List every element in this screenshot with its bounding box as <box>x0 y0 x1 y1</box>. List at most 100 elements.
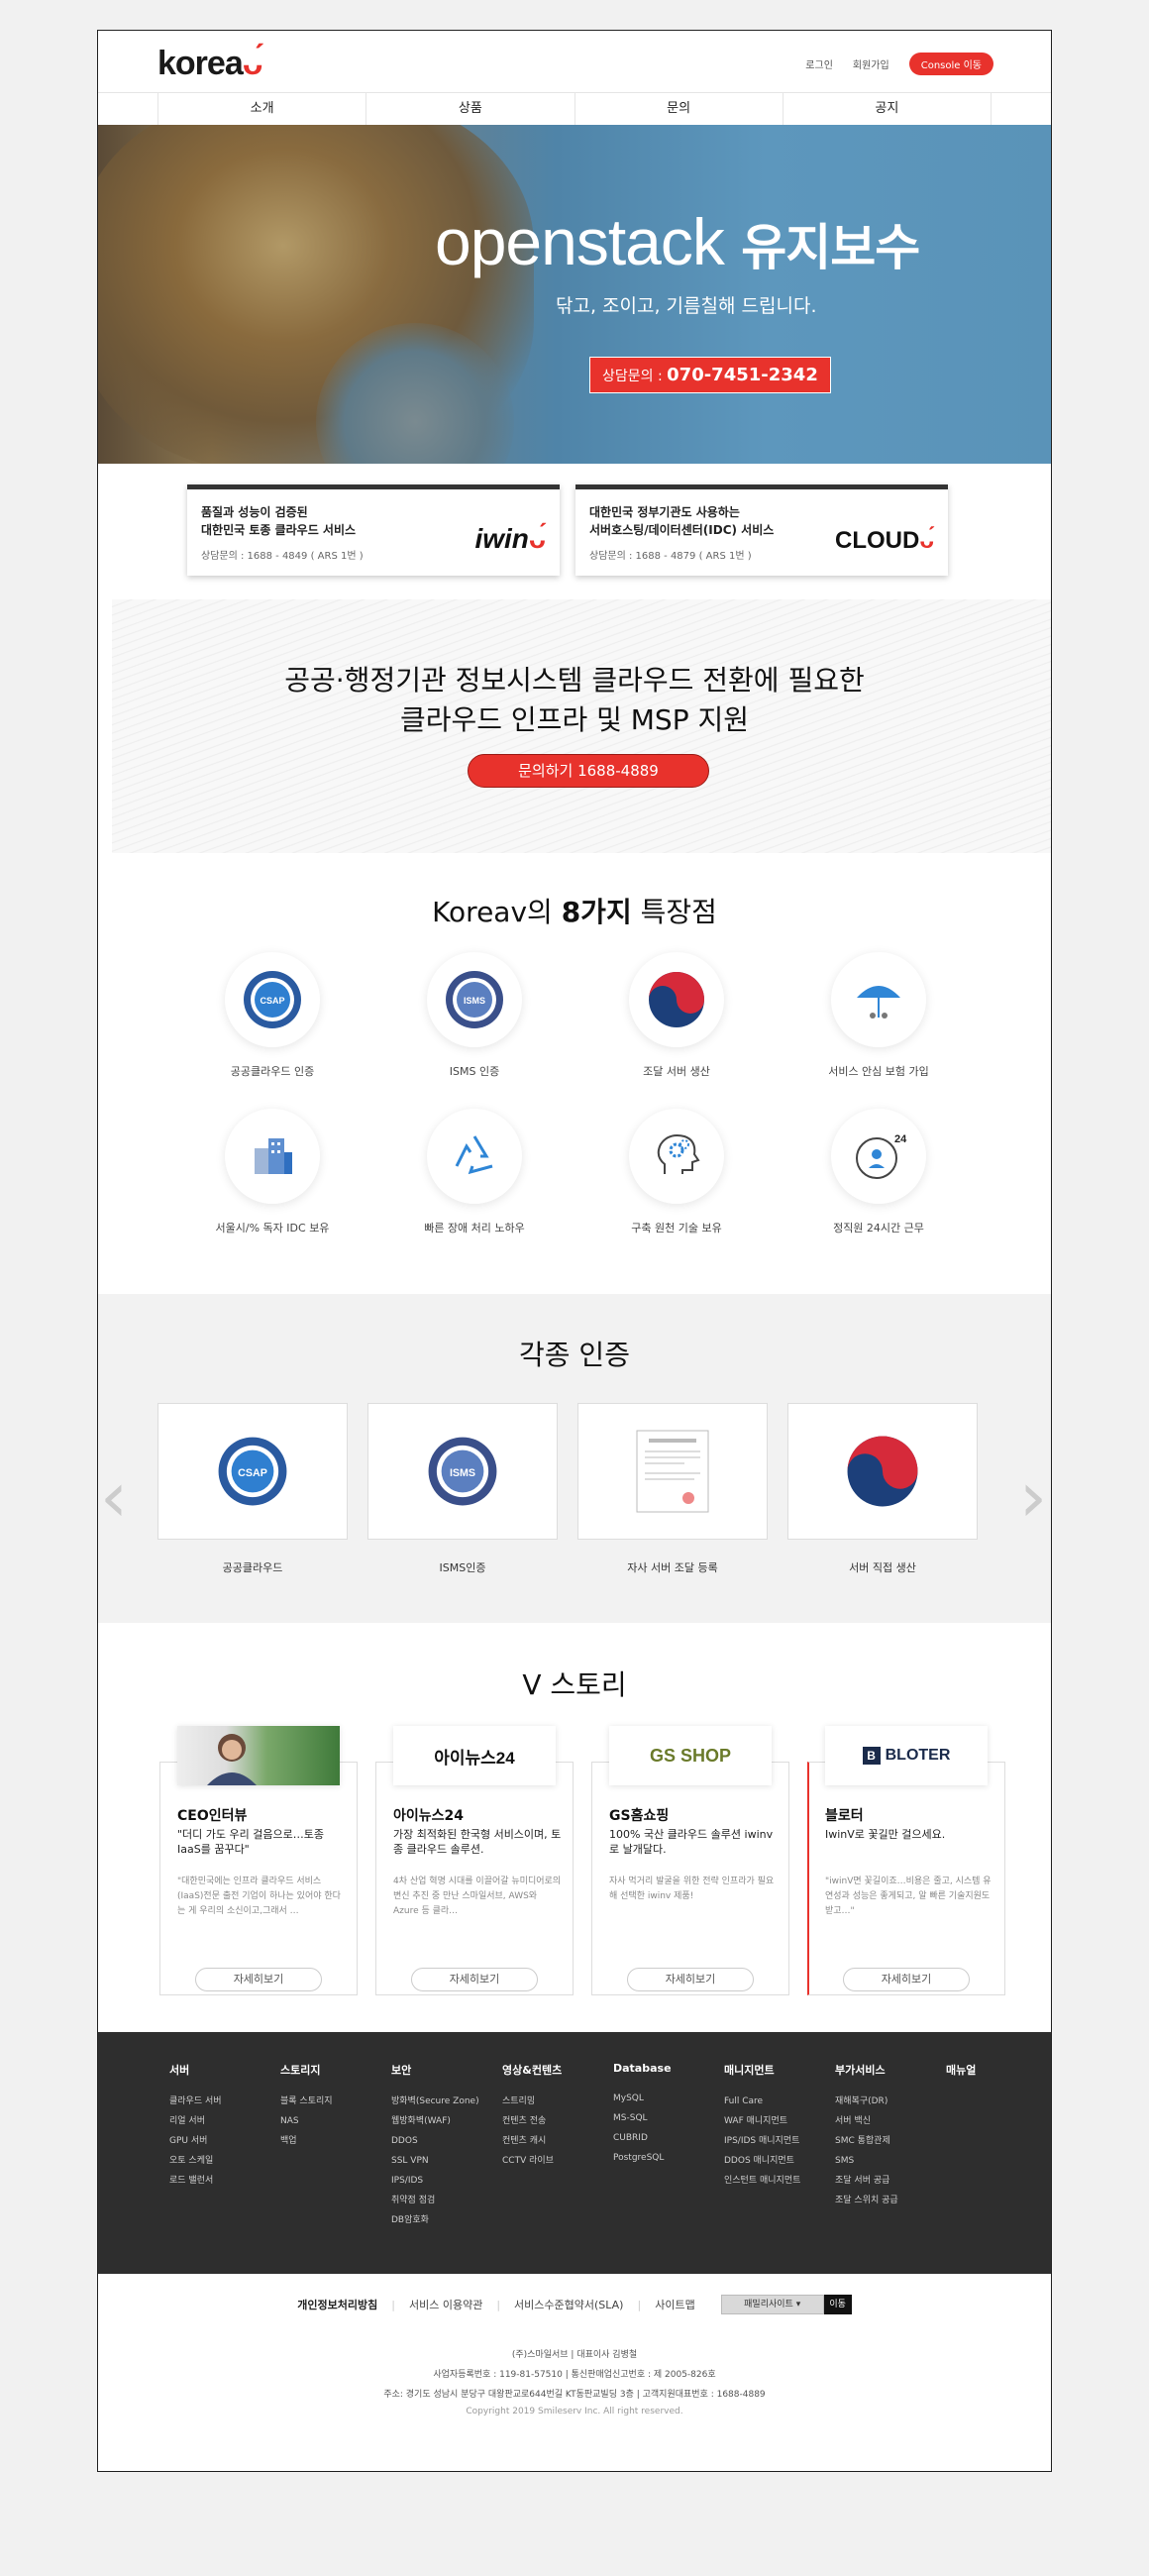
site-logo[interactable]: koreaᴗ́ <box>157 45 263 83</box>
footer-column-title[interactable]: 보안 <box>391 2062 502 2078</box>
family-site-go-button[interactable]: 이동 <box>823 2295 852 2314</box>
footer-link[interactable]: PostgreSQL <box>613 2148 724 2168</box>
story-more-button[interactable]: 자세히보기 <box>843 1968 970 1991</box>
story-title: V 스토리 <box>522 1668 627 1701</box>
cert-item[interactable]: 자사 서버 조달 등록 <box>577 1403 768 1575</box>
features-title-pre: Koreav의 <box>432 896 562 928</box>
footer-link[interactable]: 컨텐츠 전송 <box>502 2111 613 2131</box>
footer-column-title[interactable]: 영상&컨텐츠 <box>502 2062 613 2078</box>
footer-link[interactable]: CUBRID <box>613 2128 724 2148</box>
head-gear-icon <box>629 1109 724 1204</box>
footer-link[interactable]: MS-SQL <box>613 2108 724 2128</box>
cert-item[interactable]: ISMS ISMS인증 <box>367 1403 558 1575</box>
cert-carousel: CSAP 공공클라우드 ISMS ISMS인증 자사 서버 조달 등록 서버 직… <box>157 1403 978 1575</box>
nav-item-inquiry[interactable]: 문의 <box>575 93 783 125</box>
inquiry-button[interactable]: 문의하기 1688-4889 <box>468 754 709 788</box>
story-more-button[interactable]: 자세히보기 <box>627 1968 754 1991</box>
footer-link[interactable]: 스트리밍 <box>502 2092 613 2111</box>
footer-link[interactable]: DDOS <box>391 2131 502 2151</box>
feature-label: 공공클라우드 인증 <box>230 1065 315 1078</box>
inews24-logo-text: 아이뉴스24 <box>434 1748 515 1768</box>
sitemap-link[interactable]: 사이트맵 <box>655 2297 694 2312</box>
hero-call-button[interactable]: 상담문의 : 070-7451-2342 <box>589 357 831 393</box>
footer-link[interactable]: 리얼 서버 <box>169 2111 280 2131</box>
story-desc: "iwinV면 꽃길이죠…비용은 줄고, 시스템 유연성과 성능은 좋게되고, … <box>825 1877 992 1916</box>
service-card-cloud[interactable]: 대한민국 정부기관도 사용하는 서버호스팅/데이터센터(IDC) 서비스 상담문… <box>575 484 948 576</box>
feature-item: CSAP 공공클라우드 인증 <box>171 952 373 1079</box>
footer-link[interactable]: WAF 매니지먼트 <box>724 2111 835 2131</box>
footer-link[interactable]: SSL VPN <box>391 2151 502 2171</box>
footer-link[interactable]: CCTV 라이브 <box>502 2151 613 2171</box>
footer-link[interactable]: 웹방화벽(WAF) <box>391 2111 502 2131</box>
story-quote: IwinV로 꽃길만 걸으세요. <box>825 1828 946 1841</box>
smile-icon: ᴗ́ <box>242 45 263 82</box>
terms-link[interactable]: 서비스 이용약관 <box>409 2297 482 2312</box>
iwin-logo-text: iwin <box>474 523 529 554</box>
footer-link[interactable]: 백업 <box>280 2131 391 2151</box>
story-name: 아이뉴스24 <box>393 1808 465 1824</box>
footer-link[interactable]: 클라우드 서버 <box>169 2092 280 2111</box>
footer-link[interactable]: 인스턴트 매니지먼트 <box>724 2171 835 2191</box>
console-button[interactable]: Console 이동 <box>908 53 993 75</box>
family-site-select[interactable]: 패밀리사이트 ▾ <box>720 2295 824 2314</box>
chevron-right-icon[interactable]: › <box>1019 1462 1047 1532</box>
csap-badge-icon: CSAP <box>218 1437 287 1506</box>
footer-link[interactable]: IPS/IDS 매니지먼트 <box>724 2131 835 2151</box>
footer-link[interactable]: 재해복구(DR) <box>835 2092 946 2111</box>
footer-link[interactable]: 블록 스토리지 <box>280 2092 391 2111</box>
footer-link[interactable]: 방화벽(Secure Zone) <box>391 2092 502 2111</box>
clock-24-icon: 24 <box>831 1109 926 1204</box>
footer-link[interactable]: 조달 스위치 공급 <box>835 2191 946 2210</box>
footer-link[interactable]: 서버 백신 <box>835 2111 946 2131</box>
cert-item[interactable]: CSAP 공공클라우드 <box>157 1403 348 1575</box>
header: koreaᴗ́ 로그인 회원가입 Console 이동 <box>98 31 1051 92</box>
feature-item: 구축 원천 기술 보유 <box>575 1109 778 1235</box>
signup-link[interactable]: 회원가입 <box>853 56 889 71</box>
footer-column-title[interactable]: 서버 <box>169 2062 280 2078</box>
footer-links: 개인정보처리방침 | 서비스 이용약관 | 서비스수준협약서(SLA) | 사이… <box>98 2295 1051 2314</box>
footer-link[interactable]: Full Care <box>724 2092 835 2111</box>
chevron-left-icon[interactable]: ‹ <box>100 1462 128 1532</box>
footer-link[interactable]: IPS/IDS <box>391 2171 502 2191</box>
nav-item-about[interactable]: 소개 <box>158 93 367 125</box>
footer-column-title[interactable]: Database <box>613 2062 724 2075</box>
footer-link[interactable]: MySQL <box>613 2089 724 2108</box>
story-more-button[interactable]: 자세히보기 <box>195 1968 322 1991</box>
login-link[interactable]: 로그인 <box>805 56 833 71</box>
privacy-link[interactable]: 개인정보처리방침 <box>297 2297 377 2312</box>
footer-link[interactable]: 컨텐츠 캐시 <box>502 2131 613 2151</box>
nav-item-notice[interactable]: 공지 <box>783 93 992 125</box>
story-name: 블로터 <box>825 1808 864 1824</box>
svg-text:24: 24 <box>894 1133 907 1145</box>
footer-column-title[interactable]: 부가서비스 <box>835 2062 946 2078</box>
bloter-logo-text: BLOTER <box>885 1747 951 1764</box>
footer-link[interactable]: NAS <box>280 2111 391 2131</box>
footer-link[interactable]: 조달 서버 공급 <box>835 2171 946 2191</box>
story-more-button[interactable]: 자세히보기 <box>411 1968 538 1991</box>
footer-column-title[interactable]: 매니지먼트 <box>724 2062 835 2078</box>
footer-link[interactable]: SMS <box>835 2151 946 2171</box>
company-address: 주소: 경기도 성남시 분당구 대왕판교로644번길 KT동판교빌딩 3층 | … <box>383 2390 766 2400</box>
page: koreaᴗ́ 로그인 회원가입 Console 이동 소개 상품 문의 공지 … <box>97 30 1052 2472</box>
footer-link[interactable]: DB암호화 <box>391 2210 502 2230</box>
footer-link[interactable]: SMC 통합관제 <box>835 2131 946 2151</box>
service-card-iwin[interactable]: 품질과 성능이 검증된 대한민국 토종 클라우드 서비스 상담문의 : 1688… <box>187 484 560 576</box>
footer-column: 스토리지블록 스토리지 NAS 백업 <box>280 2062 391 2230</box>
cert-item[interactable]: 서버 직접 생산 <box>787 1403 978 1575</box>
footer-link[interactable]: 취약점 점검 <box>391 2191 502 2210</box>
svg-text:CSAP: CSAP <box>260 996 284 1006</box>
nav-item-products[interactable]: 상품 <box>366 93 575 125</box>
footer-link[interactable]: 오토 스케일 <box>169 2151 280 2171</box>
footer-link[interactable]: DDOS 매니지먼트 <box>724 2151 835 2171</box>
footer-link[interactable]: GPU 서버 <box>169 2131 280 2151</box>
footer-column-title[interactable]: 스토리지 <box>280 2062 391 2078</box>
story-name: GS홈쇼핑 <box>609 1808 670 1824</box>
iwin-logo: iwinᴗ́ <box>474 523 546 555</box>
divider: | <box>391 2298 395 2311</box>
footer-link[interactable]: 로드 밸런서 <box>169 2171 280 2191</box>
features-title: Koreav의 8가지 특장점 <box>98 891 1051 930</box>
cert-label: 공공클라우드 <box>222 1561 283 1574</box>
footer-column-title[interactable]: 매뉴얼 <box>946 2062 1051 2078</box>
service-line1: 품질과 성능이 검증된 <box>201 505 308 519</box>
sla-link[interactable]: 서비스수준협약서(SLA) <box>514 2297 623 2312</box>
